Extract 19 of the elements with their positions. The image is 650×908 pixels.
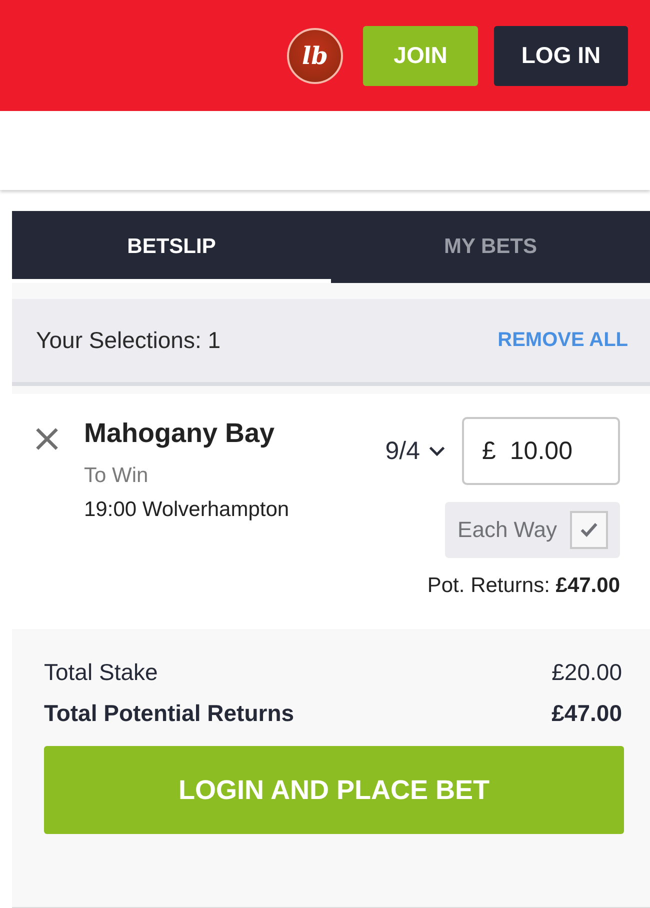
total-label: Total Stake — [44, 659, 158, 686]
total-value: £47.00 — [552, 700, 622, 727]
each-way-label: Each Way — [458, 517, 557, 543]
total-label: Total Potential Returns — [44, 700, 294, 727]
odds-dropdown[interactable]: 9/4 — [385, 436, 446, 466]
event-label: 19:00 Wolverhampton — [84, 498, 290, 522]
logo[interactable]: lb — [287, 28, 343, 84]
potential-returns: Pot. Returns: £47.00 — [427, 574, 620, 598]
tab[interactable]: MY BETS — [331, 211, 650, 283]
stake-field[interactable]: £ 10.00 — [462, 417, 620, 485]
tab[interactable]: BETSLIP — [12, 211, 331, 283]
close-icon[interactable] — [34, 426, 60, 452]
login-button[interactable]: LOG IN — [494, 26, 628, 86]
selections-count: Your Selections: 1 — [36, 327, 221, 354]
checkbox[interactable] — [570, 511, 608, 549]
selection-name: Mahogany Bay — [84, 418, 276, 449]
chevron-down-icon — [428, 445, 446, 457]
market-label: To Win — [84, 464, 150, 488]
total-value: £20.00 — [552, 659, 622, 686]
